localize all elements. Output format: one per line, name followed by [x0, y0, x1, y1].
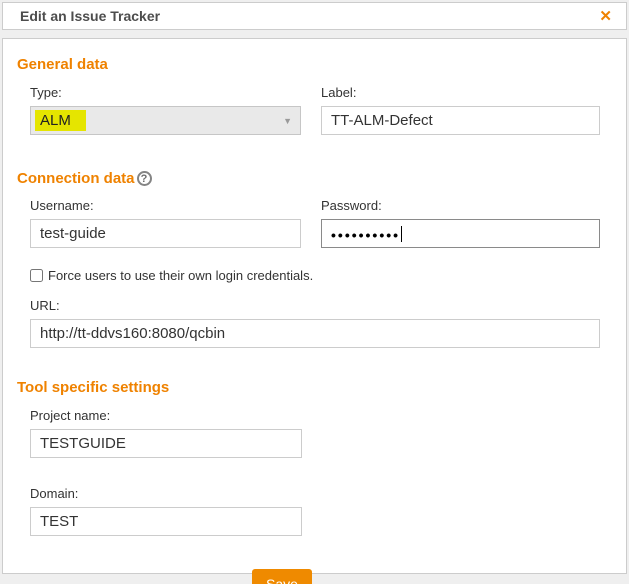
type-select[interactable]: ALM ▼	[30, 106, 302, 135]
type-label: Type:	[30, 85, 62, 100]
dialog-titlebar: Edit an Issue Tracker ✕	[2, 2, 627, 30]
dialog-body: General data Type: ALM ▼ Label: Connecti…	[2, 38, 627, 584]
label-label: Label:	[321, 85, 357, 100]
edit-issue-tracker-dialog: Edit an Issue Tracker ✕ General data Typ…	[0, 0, 629, 584]
domain-label: Domain:	[30, 486, 79, 501]
force-credentials-label: Force users to use their own login crede…	[48, 268, 314, 283]
chevron-down-icon: ▼	[283, 115, 293, 126]
password-label: Password:	[321, 198, 382, 213]
section-general-data: General data	[17, 56, 600, 73]
username-label: Username:	[30, 198, 94, 213]
password-input[interactable]: ••••••••••	[321, 219, 600, 248]
dialog-title: Edit an Issue Tracker	[20, 8, 161, 24]
help-icon[interactable]: ?	[136, 171, 152, 186]
section-tool-specific: Tool specific settings	[17, 379, 600, 396]
label-input[interactable]	[321, 106, 600, 135]
tool-specific-heading: Tool specific settings	[17, 379, 170, 396]
force-credentials-checkbox[interactable]	[30, 269, 43, 282]
save-button[interactable]: Save	[252, 569, 312, 584]
username-input[interactable]	[30, 219, 302, 248]
close-icon[interactable]: ✕	[599, 9, 612, 24]
general-data-heading: General data	[17, 56, 108, 73]
connection-data-heading: Connection data	[17, 170, 135, 187]
section-connection-data: Connection data ?	[17, 170, 600, 187]
type-selected-value: ALM	[35, 110, 86, 131]
url-input[interactable]	[30, 319, 600, 348]
project-name-label: Project name:	[30, 408, 111, 423]
force-credentials-checkbox-row: Force users to use their own login crede…	[30, 268, 600, 283]
domain-input[interactable]	[30, 507, 302, 536]
password-masked-value: ••••••••••	[331, 226, 401, 243]
url-label: URL:	[30, 298, 60, 313]
text-caret	[401, 225, 403, 242]
project-name-input[interactable]	[30, 429, 302, 458]
